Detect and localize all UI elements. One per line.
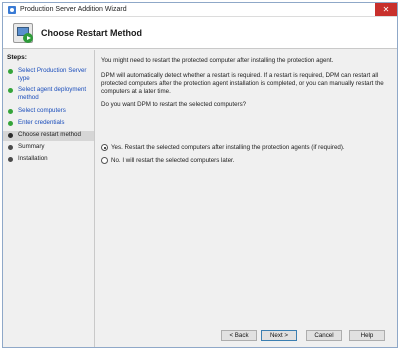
option-label: Yes. Restart the selected computers afte… xyxy=(111,144,345,151)
step-label: Select Production Server type xyxy=(18,67,87,82)
step-pending-icon xyxy=(8,157,13,162)
step-complete-icon xyxy=(8,88,13,93)
back-button[interactable]: < Back xyxy=(221,330,257,341)
step-select-deployment-method[interactable]: Select agent deployment method xyxy=(3,86,94,104)
step-label: Enter credentials xyxy=(18,119,65,126)
option-label: No. I will restart the selected computer… xyxy=(111,157,235,164)
cancel-button[interactable]: Cancel xyxy=(306,330,342,341)
restart-no-option[interactable]: No. I will restart the selected computer… xyxy=(101,157,391,166)
app-icon xyxy=(8,6,16,14)
step-select-server-type[interactable]: Select Production Server type xyxy=(3,67,94,85)
step-label: Summary xyxy=(18,143,45,150)
radio-selected-icon[interactable] xyxy=(101,144,108,151)
radio-unselected-icon[interactable] xyxy=(101,157,108,164)
next-button[interactable]: Next > xyxy=(261,330,297,341)
step-choose-restart-method[interactable]: Choose restart method xyxy=(3,131,94,141)
title-bar: Production Server Addition Wizard ✕ xyxy=(3,3,397,17)
server-restart-icon xyxy=(13,23,33,43)
intro-text: You might need to restart the protected … xyxy=(101,57,334,64)
close-button[interactable]: ✕ xyxy=(375,3,397,16)
step-label: Select agent deployment method xyxy=(18,86,87,101)
step-complete-icon xyxy=(8,109,13,114)
step-enter-credentials[interactable]: Enter credentials xyxy=(3,119,94,129)
step-current-icon xyxy=(8,133,13,138)
question-text: Do you want DPM to restart the selected … xyxy=(101,101,247,108)
page-title: Choose Restart Method xyxy=(41,28,143,38)
steps-panel: Steps: Select Production Server type Sel… xyxy=(3,50,95,347)
help-button[interactable]: Help xyxy=(349,330,385,341)
step-select-computers[interactable]: Select computers xyxy=(3,107,94,117)
step-complete-icon xyxy=(8,69,13,74)
step-label: Installation xyxy=(18,155,48,162)
wizard-header: Choose Restart Method xyxy=(3,17,397,49)
wizard-window: Production Server Addition Wizard ✕ Choo… xyxy=(2,2,398,348)
step-pending-icon xyxy=(8,145,13,150)
step-summary[interactable]: Summary xyxy=(3,143,94,153)
step-installation[interactable]: Installation xyxy=(3,155,94,165)
steps-heading: Steps: xyxy=(7,54,27,61)
detail-text: DPM will automatically detect whether a … xyxy=(101,72,384,95)
step-label: Choose restart method xyxy=(18,131,81,138)
step-complete-icon xyxy=(8,121,13,126)
restart-yes-option[interactable]: Yes. Restart the selected computers afte… xyxy=(101,144,391,153)
step-label: Select computers xyxy=(18,107,66,114)
window-title: Production Server Addition Wizard xyxy=(20,6,127,13)
